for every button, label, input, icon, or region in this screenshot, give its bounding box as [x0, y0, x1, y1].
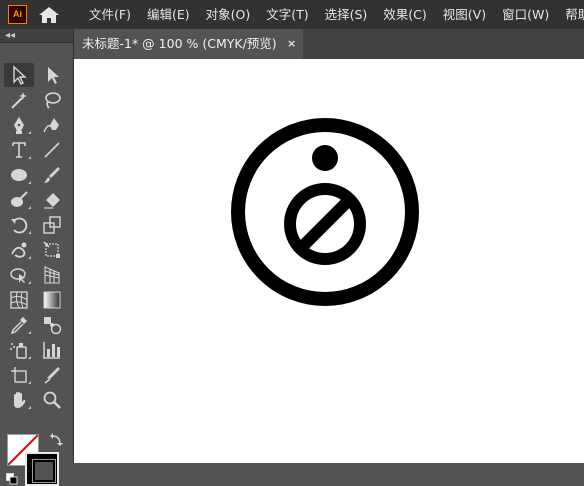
menu-bar: Ai 文件(F) 编辑(E) 对象(O) 文字(T) 选择(S) 效果(C) 视… — [0, 0, 584, 29]
shaper-tool[interactable] — [4, 188, 34, 212]
ellipse-tool[interactable] — [4, 163, 34, 187]
submenu-corner — [28, 381, 31, 384]
perspective-grid-icon — [44, 266, 60, 284]
line-segment-icon — [44, 142, 60, 158]
free-transform-tool[interactable] — [37, 238, 67, 262]
document-tab[interactable]: 未标题-1* @ 100 % (CMYK/预览) × — [74, 29, 303, 59]
document-tab-bar: 未标题-1* @ 100 % (CMYK/预览) × — [74, 29, 584, 59]
top-dot — [312, 145, 338, 171]
paintbrush-tool[interactable] — [37, 163, 67, 187]
curvature-tool[interactable] — [37, 113, 67, 137]
submenu-corner — [28, 356, 31, 359]
zoom-magnifier-icon — [43, 391, 61, 409]
menu-window[interactable]: 窗口(W) — [494, 0, 557, 29]
type-t-icon — [12, 142, 26, 158]
collapse-icon[interactable]: ◂◂ — [5, 30, 15, 41]
artboard-icon — [11, 367, 27, 383]
submenu-corner — [28, 206, 31, 209]
pen-nib-icon — [14, 117, 24, 134]
blend-icon — [44, 317, 62, 335]
shape-builder-icon — [10, 268, 26, 283]
column-graph-tool[interactable] — [37, 338, 67, 362]
menu-effect[interactable]: 效果(C) — [375, 0, 434, 29]
menu-file[interactable]: 文件(F) — [81, 0, 139, 29]
submenu-corner — [28, 181, 31, 184]
symbol-sprayer-tool[interactable] — [4, 338, 34, 362]
submenu-corner — [28, 256, 31, 259]
pen-tool[interactable] — [4, 113, 34, 137]
mesh-icon — [10, 291, 28, 309]
rotate-icon — [11, 217, 28, 234]
submenu-corner — [28, 231, 31, 234]
paintbrush-icon — [44, 167, 60, 183]
artboard-canvas[interactable] — [74, 59, 584, 463]
lasso-tool[interactable] — [37, 88, 67, 112]
menu-type[interactable]: 文字(T) — [258, 0, 316, 29]
menu-object[interactable]: 对象(O) — [198, 0, 259, 29]
rotate-tool[interactable] — [4, 213, 34, 237]
swap-fill-stroke-icon[interactable] — [49, 433, 63, 447]
magic-wand-tool[interactable] — [4, 88, 34, 112]
column-graph-icon — [43, 342, 60, 359]
artboard-tool[interactable] — [4, 363, 34, 387]
menu-view[interactable]: 视图(V) — [435, 0, 494, 29]
lasso-icon — [45, 92, 61, 109]
shaper-icon — [11, 191, 28, 207]
stroke-swatch-inner — [32, 459, 56, 483]
document-tab-title: 未标题-1* @ 100 % (CMYK/预览) — [82, 36, 277, 51]
menu-edit[interactable]: 编辑(E) — [139, 0, 198, 29]
eraser-icon — [44, 193, 60, 209]
scale-tool[interactable] — [37, 213, 67, 237]
tools-panel: ◂◂ — [0, 29, 73, 486]
selection-tool[interactable] — [4, 63, 34, 87]
type-tool[interactable] — [4, 138, 34, 162]
shape-builder-tool[interactable] — [4, 263, 34, 287]
menu-select[interactable]: 选择(S) — [317, 0, 376, 29]
blend-tool[interactable] — [37, 313, 67, 337]
ellipse-icon — [11, 169, 27, 181]
submenu-corner — [28, 156, 31, 159]
eraser-tool[interactable] — [37, 188, 67, 212]
hand-tool[interactable] — [4, 388, 34, 412]
perspective-grid-tool[interactable] — [37, 263, 67, 287]
free-transform-icon — [43, 241, 60, 258]
no-entry-info-icon[interactable] — [230, 117, 420, 307]
line-segment-tool[interactable] — [37, 138, 67, 162]
submenu-corner — [28, 131, 31, 134]
eyedropper-tool[interactable] — [4, 313, 34, 337]
curvature-pen-icon — [43, 118, 59, 133]
gradient-tool[interactable] — [37, 288, 67, 312]
symbol-sprayer-icon — [10, 343, 27, 359]
gradient-icon — [43, 291, 61, 309]
menu-items: 文件(F) 编辑(E) 对象(O) 文字(T) 选择(S) 效果(C) 视图(V… — [81, 0, 584, 29]
slice-knife-icon — [44, 367, 60, 384]
inner-slash — [298, 197, 352, 251]
direct-selection-tool[interactable] — [37, 63, 67, 87]
zoom-tool[interactable] — [37, 388, 67, 412]
slice-tool[interactable] — [37, 363, 67, 387]
magic-wand-icon — [11, 92, 27, 109]
hand-icon — [14, 392, 26, 408]
warp-icon — [11, 242, 27, 258]
home-icon[interactable] — [38, 6, 60, 24]
eyedropper-icon — [10, 317, 27, 335]
default-fill-stroke-icon[interactable] — [6, 473, 18, 485]
selection-arrow-icon — [13, 65, 27, 85]
scale-icon — [43, 216, 61, 234]
close-icon[interactable]: × — [287, 29, 296, 59]
stroke-swatch[interactable] — [25, 452, 59, 486]
menu-help[interactable]: 帮助(H) — [557, 0, 584, 29]
tools-panel-header[interactable]: ◂◂ — [0, 29, 73, 43]
submenu-corner — [28, 406, 31, 409]
direct-selection-arrow-icon — [48, 67, 59, 84]
submenu-corner — [28, 281, 31, 284]
warp-tool[interactable] — [4, 238, 34, 262]
submenu-corner — [28, 331, 31, 334]
mesh-tool[interactable] — [4, 288, 34, 312]
app-logo: Ai — [8, 5, 27, 24]
